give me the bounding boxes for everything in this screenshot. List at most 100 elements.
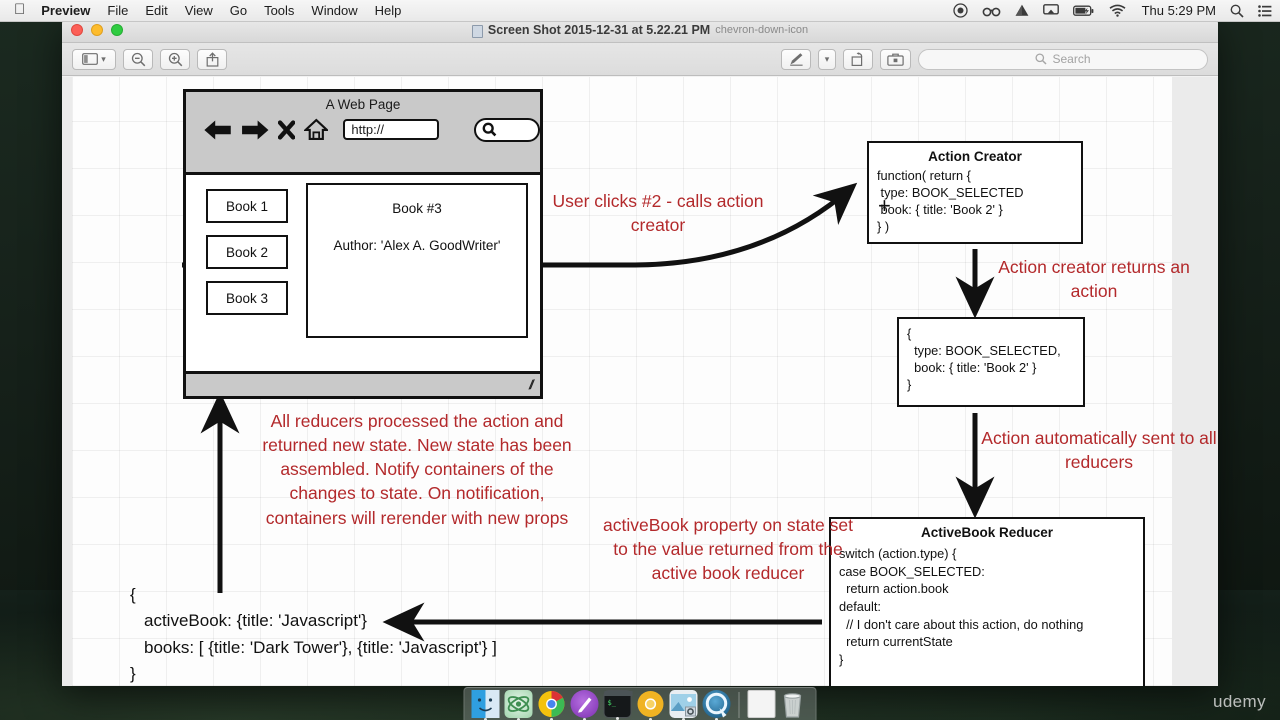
resize-grip-icon[interactable]: ⁄⁄ xyxy=(528,377,533,392)
apple-icon[interactable]:  xyxy=(14,2,25,17)
action-object-code: { type: BOOK_SELECTED, book: { title: 'B… xyxy=(907,326,1061,392)
book-detail-author: Author: 'Alex A. GoodWriter' xyxy=(333,238,501,253)
preview-document-icon xyxy=(471,24,483,38)
menu-bar:  Preview File Edit View Go Tools Window… xyxy=(0,0,1280,22)
airplay-icon[interactable] xyxy=(1042,4,1059,17)
dock: $_ xyxy=(463,687,817,720)
dock-item-chrome[interactable] xyxy=(538,690,566,720)
image-canvas: A Web Page http:// Book 1 Book 2 Book 3 … xyxy=(62,77,1218,686)
book-detail-title: Book #3 xyxy=(392,201,442,216)
stop-x-icon[interactable] xyxy=(277,118,295,142)
search-icon xyxy=(1035,53,1048,65)
state-line-activebook: activeBook: {title: 'Javascript'} xyxy=(144,611,367,631)
dock-item-quicktime[interactable] xyxy=(702,690,731,720)
book-button-1[interactable]: Book 1 xyxy=(206,189,288,223)
battery-charging-icon[interactable] xyxy=(1072,5,1095,17)
rotate-button[interactable] xyxy=(843,48,873,70)
preview-toolbar: ▾ ▾ Search xyxy=(62,43,1218,76)
google-drive-icon[interactable] xyxy=(1015,4,1029,17)
menu-bar-clock[interactable]: Thu 5:29 PM xyxy=(1142,3,1216,18)
dock-item-documents-stack[interactable] xyxy=(747,690,776,718)
book-list: Book 1 Book 2 Book 3 xyxy=(206,189,288,327)
book-button-2[interactable]: Book 2 xyxy=(206,235,288,269)
browser-url-value: http:// xyxy=(351,122,384,137)
dock-item-finder[interactable] xyxy=(471,690,500,720)
canvas-left-gutter xyxy=(62,77,72,686)
dock-item-postman[interactable] xyxy=(570,690,599,720)
zoom-out-icon xyxy=(131,52,145,66)
action-creator-code: function( return { type: BOOK_SELECTED b… xyxy=(877,168,1024,234)
markup-toolbox-button[interactable] xyxy=(880,48,911,70)
browser-nav-icons: http:// xyxy=(186,112,540,143)
svg-text:$_: $_ xyxy=(608,699,617,707)
state-line-open: { xyxy=(130,585,136,604)
browser-mockup: A Web Page http:// Book 1 Book 2 Book 3 … xyxy=(183,89,543,399)
annotation-sent-to-reducers: Action automatically sent to all reducer… xyxy=(981,428,1217,473)
menu-item-file[interactable]: File xyxy=(107,3,128,18)
browser-page-body: Book 1 Book 2 Book 3 Book #3 Author: 'Al… xyxy=(186,175,540,371)
annotation-all-reducers-processed: All reducers processed the action and re… xyxy=(262,411,572,528)
record-icon[interactable] xyxy=(952,3,968,18)
browser-url-input[interactable]: http:// xyxy=(343,119,440,140)
search-icon xyxy=(482,122,497,137)
dock-item-terminal[interactable]: $_ xyxy=(603,690,633,720)
window-title: Screen Shot 2015-12-31 at 5.22.21 PM che… xyxy=(62,23,1218,38)
zoom-in-button[interactable] xyxy=(160,48,190,70)
reducer-code: switch (action.type) { case BOOK_SELECTE… xyxy=(839,546,1084,667)
preview-window: Screen Shot 2015-12-31 at 5.22.21 PM che… xyxy=(62,18,1218,686)
canvas-right-gutter xyxy=(1172,77,1218,686)
chevron-down-icon[interactable]: ▾ xyxy=(101,54,106,65)
book-detail-panel: Book #3 Author: 'Alex A. GoodWriter' xyxy=(306,183,528,338)
menu-item-edit[interactable]: Edit xyxy=(145,3,167,18)
forward-arrow-icon[interactable] xyxy=(241,117,269,143)
annotation-activebook-property: activeBook property on state set to the … xyxy=(603,515,853,584)
state-line-books: books: [ {title: 'Dark Tower'}, {title: … xyxy=(144,637,497,657)
grid-paper-background: A Web Page http:// Book 1 Book 2 Book 3 … xyxy=(72,77,1217,686)
zoom-in-icon xyxy=(168,52,182,66)
home-icon[interactable] xyxy=(303,116,329,143)
browser-search-input[interactable] xyxy=(474,117,540,142)
chevron-down-icon[interactable]: ▾ xyxy=(825,54,830,65)
menu-item-tools[interactable]: Tools xyxy=(264,3,294,18)
state-object-listing: { activeBook: {title: 'Javascript'} book… xyxy=(130,582,600,686)
notification-center-icon[interactable] xyxy=(1258,4,1272,17)
action-creator-title: Action Creator xyxy=(928,149,1022,164)
wifi-icon[interactable] xyxy=(1109,4,1126,17)
plus-cursor-icon: + xyxy=(878,193,891,218)
activebook-reducer-box: ActiveBook Reducer switch (action.type) … xyxy=(829,517,1145,686)
markup-pen-icon xyxy=(789,53,803,66)
book-button-3[interactable]: Book 3 xyxy=(206,281,288,315)
menu-item-help[interactable]: Help xyxy=(375,3,402,18)
markup-options-button[interactable]: ▾ xyxy=(818,48,836,70)
annotation-user-clicks: User clicks #2 - calls action creator xyxy=(552,191,764,236)
zoom-out-button[interactable] xyxy=(123,48,153,70)
spotlight-search-icon[interactable] xyxy=(1230,4,1244,18)
sidebar-view-button[interactable]: ▾ xyxy=(72,48,116,70)
reducer-title: ActiveBook Reducer xyxy=(920,525,1054,540)
rotate-left-icon xyxy=(851,51,863,66)
menu-item-go[interactable]: Go xyxy=(230,3,247,18)
search-placeholder: Search xyxy=(1052,52,1091,66)
dock-separator xyxy=(738,692,740,718)
markup-toolbox-icon xyxy=(887,53,904,66)
window-title-text: Screen Shot 2015-12-31 at 5.22.21 PM xyxy=(487,23,711,37)
annotation-action-creator-returns: Action creator returns an action xyxy=(998,257,1190,302)
dock-item-preview[interactable] xyxy=(669,690,698,720)
menu-item-view[interactable]: View xyxy=(185,3,213,18)
dock-item-trash[interactable] xyxy=(781,690,809,718)
markup-button[interactable] xyxy=(781,48,811,70)
chevron-down-icon[interactable]: chevron-down-icon xyxy=(715,24,808,36)
menu-item-window[interactable]: Window xyxy=(311,3,357,18)
dock-item-atom[interactable] xyxy=(504,690,533,720)
state-line-close: } xyxy=(130,664,136,684)
action-creator-box: Action Creator function( return { type: … xyxy=(867,141,1083,244)
glasses-icon[interactable] xyxy=(982,4,1001,17)
dock-item-chrome-canary[interactable] xyxy=(637,690,665,720)
menu-item-preview[interactable]: Preview xyxy=(41,3,90,18)
browser-footer: ⁄⁄ xyxy=(186,371,540,396)
action-object-box: { type: BOOK_SELECTED, book: { title: 'B… xyxy=(897,317,1085,407)
back-arrow-icon[interactable] xyxy=(204,117,232,143)
search-input[interactable]: Search xyxy=(918,48,1208,70)
share-button[interactable] xyxy=(197,48,227,70)
sidebar-icon xyxy=(82,53,99,65)
